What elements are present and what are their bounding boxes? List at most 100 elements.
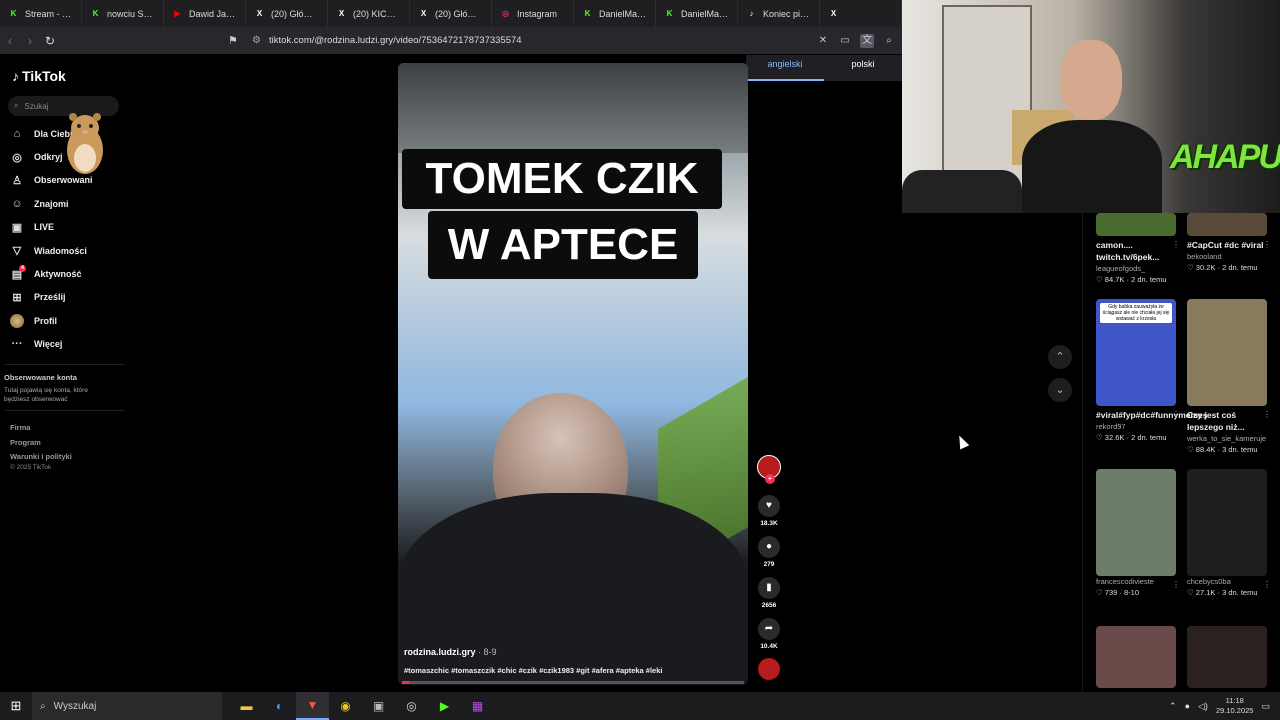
more-options-icon[interactable]: ⋮ <box>1172 410 1180 419</box>
more-options-icon[interactable]: ⋮ <box>1263 580 1271 589</box>
translate-option-polish[interactable]: polski <box>824 55 902 81</box>
more-options-icon[interactable]: ⋮ <box>1263 240 1271 249</box>
video-meta: ♡ 739 · 8-10 <box>1096 588 1139 597</box>
sidebar-item-aktywność[interactable]: ▤ 4 Aktywność <box>10 262 120 285</box>
video-title[interactable]: #CapCut #dc #viral <box>1187 239 1271 251</box>
sidebar-item-label: Więcej <box>34 339 63 350</box>
video-author[interactable]: bekooland <box>1187 252 1271 261</box>
microphone-icon[interactable]: ● <box>1185 701 1190 711</box>
video-author[interactable]: rodzina.ludzi.gry · 8-9 <box>404 647 497 657</box>
more-options-icon[interactable]: ⋮ <box>1172 240 1180 249</box>
recommended-video-card[interactable]: Czy jest coś lepszego niż... ⋮ werka_to_si… <box>1187 299 1271 454</box>
footer-link-company[interactable]: Firma <box>10 421 72 436</box>
bookmark-icon[interactable]: ▮ <box>758 577 780 599</box>
recommended-video-card[interactable] <box>1096 626 1180 688</box>
app-icon[interactable]: ▦ <box>461 692 494 720</box>
mute-icon[interactable]: ✕ <box>816 34 830 48</box>
translate-icon[interactable]: 文 <box>860 33 874 48</box>
sidebar-item-znajomi[interactable]: ☺ Znajomi <box>10 192 120 215</box>
video-hashtags[interactable]: #tomaszchic #tomaszczik #chic #czik #czi… <box>404 666 662 675</box>
thumbnail-caption: Gdy babka zauważyła że ściągasz ale nie … <box>1100 303 1172 323</box>
recommended-video-card[interactable]: Gdy babka zauważyła że ściągasz ale nie … <box>1096 299 1208 442</box>
browser-tab[interactable]: X (20) KICK (@Ki <box>328 0 410 27</box>
browser-tab[interactable]: ◎ Instagram <box>492 0 574 27</box>
video-title[interactable]: #viral#fyp#dc#funnymemes <box>1096 409 1208 421</box>
footer-link-terms[interactable]: Warunki i polityki <box>10 450 72 465</box>
more-options-icon[interactable]: ⋮ <box>1172 580 1180 589</box>
translate-option-english[interactable]: angielski <box>746 55 824 81</box>
back-icon[interactable]: ‹ <box>0 34 20 48</box>
sound-avatar[interactable] <box>758 658 780 680</box>
browser-tab[interactable]: K DanielMagical <box>574 0 656 27</box>
more-options-icon[interactable]: ⋮ <box>1263 410 1271 419</box>
chrome-icon[interactable]: ◉ <box>329 692 362 720</box>
obs-icon[interactable]: ◎ <box>395 692 428 720</box>
windows-start-icon[interactable]: ⊞ <box>0 698 32 714</box>
reload-icon[interactable]: ↻ <box>40 34 60 48</box>
site-info-icon[interactable]: ⚙ <box>252 35 261 46</box>
video-title[interactable]: camon.... twitch.tv/6pek... <box>1096 239 1180 263</box>
video-author[interactable]: francescodivieste <box>1096 577 1180 586</box>
heart-icon[interactable]: ♥ <box>758 495 780 517</box>
video-author[interactable]: chcebycs0ba <box>1187 577 1271 586</box>
bookmark-icon[interactable]: ⚑ <box>228 34 242 47</box>
sidebar-item-live[interactable]: ▣ LIVE <box>10 216 120 239</box>
recommended-video-card[interactable]: camon.... twitch.tv/6pek... ⋮ leagueofgods… <box>1096 213 1180 284</box>
recommended-video-card[interactable]: ⋮ francescodivieste ♡ 739 · 8-10 <box>1096 469 1180 597</box>
app-icon[interactable]: ▣ <box>362 692 395 720</box>
file-explorer-icon[interactable]: ▬ <box>230 692 263 720</box>
x-icon: X <box>420 9 427 18</box>
taskbar-search[interactable]: ⌕ Wyszukaj <box>32 692 222 720</box>
video-author[interactable]: leagueofgods_ <box>1096 264 1180 273</box>
scroll-down-icon[interactable]: ⌄ <box>1048 378 1072 402</box>
sidebar-item-wiadomości[interactable]: ▽ Wiadomości <box>10 239 120 262</box>
chevron-up-icon[interactable]: ⌃ <box>1169 701 1177 712</box>
sidebar-item-profil[interactable]: Profil <box>10 309 120 332</box>
video-author[interactable]: rekord97 <box>1096 422 1180 431</box>
video-thumbnail[interactable] <box>1096 626 1176 688</box>
creator-avatar[interactable]: + <box>757 455 781 484</box>
browser-tab[interactable]: Knowciu Stream <box>82 0 164 27</box>
video-title[interactable]: Czy jest coś lepszego niż... <box>1187 409 1271 433</box>
edge-icon[interactable]: ◐ <box>263 692 296 720</box>
forward-icon[interactable]: › <box>20 34 40 48</box>
browser-tab[interactable]: X <box>820 0 902 27</box>
video-thumbnail[interactable] <box>1187 213 1267 236</box>
scroll-up-icon[interactable]: ⌃ <box>1048 345 1072 369</box>
speaker-icon[interactable]: ◁) <box>1198 701 1208 712</box>
browser-tab[interactable]: K DanielMagical <box>656 0 738 27</box>
video-author[interactable]: werka_to_sie_kameruje <box>1187 434 1271 443</box>
footer-link-program[interactable]: Program <box>10 436 72 451</box>
video-thumbnail[interactable] <box>1187 626 1267 688</box>
url-field[interactable]: ⚙ tiktok.com/@rodzina.ludzi.gry/video/75… <box>252 35 522 46</box>
brave-icon[interactable]: ▼ <box>296 692 329 720</box>
sidebar-item-prześlij[interactable]: ⊞ Prześlij <box>10 286 120 309</box>
comment-icon[interactable]: ● <box>758 536 780 558</box>
video-progress-bar[interactable] <box>402 681 744 684</box>
notifications-icon[interactable]: ▭ <box>1261 701 1270 712</box>
kick-app-icon[interactable]: ▶ <box>428 692 461 720</box>
browser-tab[interactable]: K Stream - Kick D <box>0 0 82 27</box>
video-meta: ♡ 84.7K · 2 dn. temu <box>1096 275 1167 284</box>
sidebar-item-label: Prześlij <box>34 292 66 303</box>
sidebar-item-więcej[interactable]: ··· Więcej <box>10 333 120 356</box>
video-thumbnail[interactable] <box>1096 213 1176 236</box>
recommended-video-card[interactable]: #CapCut #dc #viral ⋮ bekooland ♡ 30.2K · 2 … <box>1187 213 1271 272</box>
video-player[interactable]: TOMEK CZIK W APTECE rodzina.ludzi.gry · … <box>398 63 748 685</box>
video-thumbnail[interactable] <box>1187 299 1267 406</box>
zoom-icon[interactable]: ⌕ <box>882 34 896 48</box>
video-thumbnail[interactable]: Gdy babka zauważyła że ściągasz ale nie … <box>1096 299 1176 406</box>
video-thumbnail[interactable] <box>1096 469 1176 576</box>
browser-tab[interactable]: X (20) Główna / X <box>410 0 492 27</box>
video-thumbnail[interactable] <box>1187 469 1267 576</box>
browser-tab[interactable]: ♪ Koniec pienięd <box>738 0 820 27</box>
browser-tab[interactable]: ▶ Dawid Jasper II <box>164 0 246 27</box>
tiktok-logo[interactable]: ♪ TikTok <box>12 68 66 84</box>
clock[interactable]: 11:18 29.10.2025 <box>1216 696 1254 716</box>
share-icon[interactable]: ➦ <box>758 618 780 640</box>
follow-plus-icon[interactable]: + <box>765 474 775 484</box>
recommended-video-card[interactable] <box>1187 626 1271 688</box>
recommended-video-card[interactable]: ⋮ chcebycs0ba ♡ 27.1K · 3 dn. temu <box>1187 469 1271 597</box>
browser-tab[interactable]: X (20) Główna / X <box>246 0 328 27</box>
cast-icon[interactable]: ▭ <box>838 34 852 48</box>
